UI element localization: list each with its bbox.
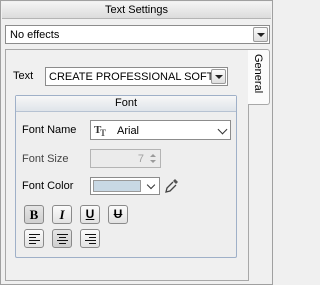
font-color-dropdown[interactable] xyxy=(90,177,160,195)
underline-button[interactable]: U xyxy=(80,205,100,224)
font-group: Font Font Name T T Arial Font Size 7 Fon… xyxy=(15,95,237,258)
text-value[interactable]: CREATE PROFESSIONAL SOFTWARE xyxy=(49,70,212,84)
align-right-icon xyxy=(85,234,96,244)
font-color-label: Font Color xyxy=(22,180,74,192)
tab-divider xyxy=(248,105,249,281)
align-right-button[interactable] xyxy=(80,229,100,248)
font-name-dropdown[interactable]: T T Arial xyxy=(90,120,231,140)
eyedropper-icon[interactable] xyxy=(164,177,180,195)
bold-button[interactable]: B xyxy=(24,205,44,224)
text-settings-panel: Text Settings No effects General Text CR… xyxy=(0,0,273,285)
effects-dropdown-value: No effects xyxy=(10,29,60,41)
font-color-swatch xyxy=(93,180,141,192)
font-group-title: Font xyxy=(16,96,236,112)
spin-up-icon[interactable] xyxy=(150,154,156,157)
panel-title: Text Settings xyxy=(2,2,271,19)
strikethrough-button[interactable]: U xyxy=(108,205,128,224)
text-input-dropdown[interactable]: CREATE PROFESSIONAL SOFTWARE xyxy=(45,67,228,86)
dropdown-arrow-icon[interactable] xyxy=(253,27,268,42)
font-size-stepper[interactable]: 7 xyxy=(90,149,161,168)
font-size-label: Font Size xyxy=(22,153,69,165)
spin-down-icon[interactable] xyxy=(150,160,156,163)
align-left-icon xyxy=(29,234,40,244)
chevron-down-icon[interactable] xyxy=(146,180,156,190)
svg-text:T: T xyxy=(100,128,106,137)
font-name-label: Font Name xyxy=(22,124,77,136)
align-left-button[interactable] xyxy=(24,229,44,248)
truetype-font-icon: T T xyxy=(94,124,106,137)
font-name-value: Arial xyxy=(117,125,140,137)
tab-general-label: General xyxy=(252,54,264,94)
align-center-button[interactable] xyxy=(52,229,72,248)
tab-general[interactable]: General xyxy=(248,49,270,105)
italic-button[interactable]: I xyxy=(52,205,72,224)
chevron-down-icon[interactable] xyxy=(217,124,228,135)
dropdown-arrow-icon[interactable] xyxy=(211,69,226,84)
effects-dropdown[interactable]: No effects xyxy=(5,25,270,44)
align-center-icon xyxy=(57,234,68,244)
text-label: Text xyxy=(13,70,34,82)
font-size-value: 7 xyxy=(137,153,144,165)
